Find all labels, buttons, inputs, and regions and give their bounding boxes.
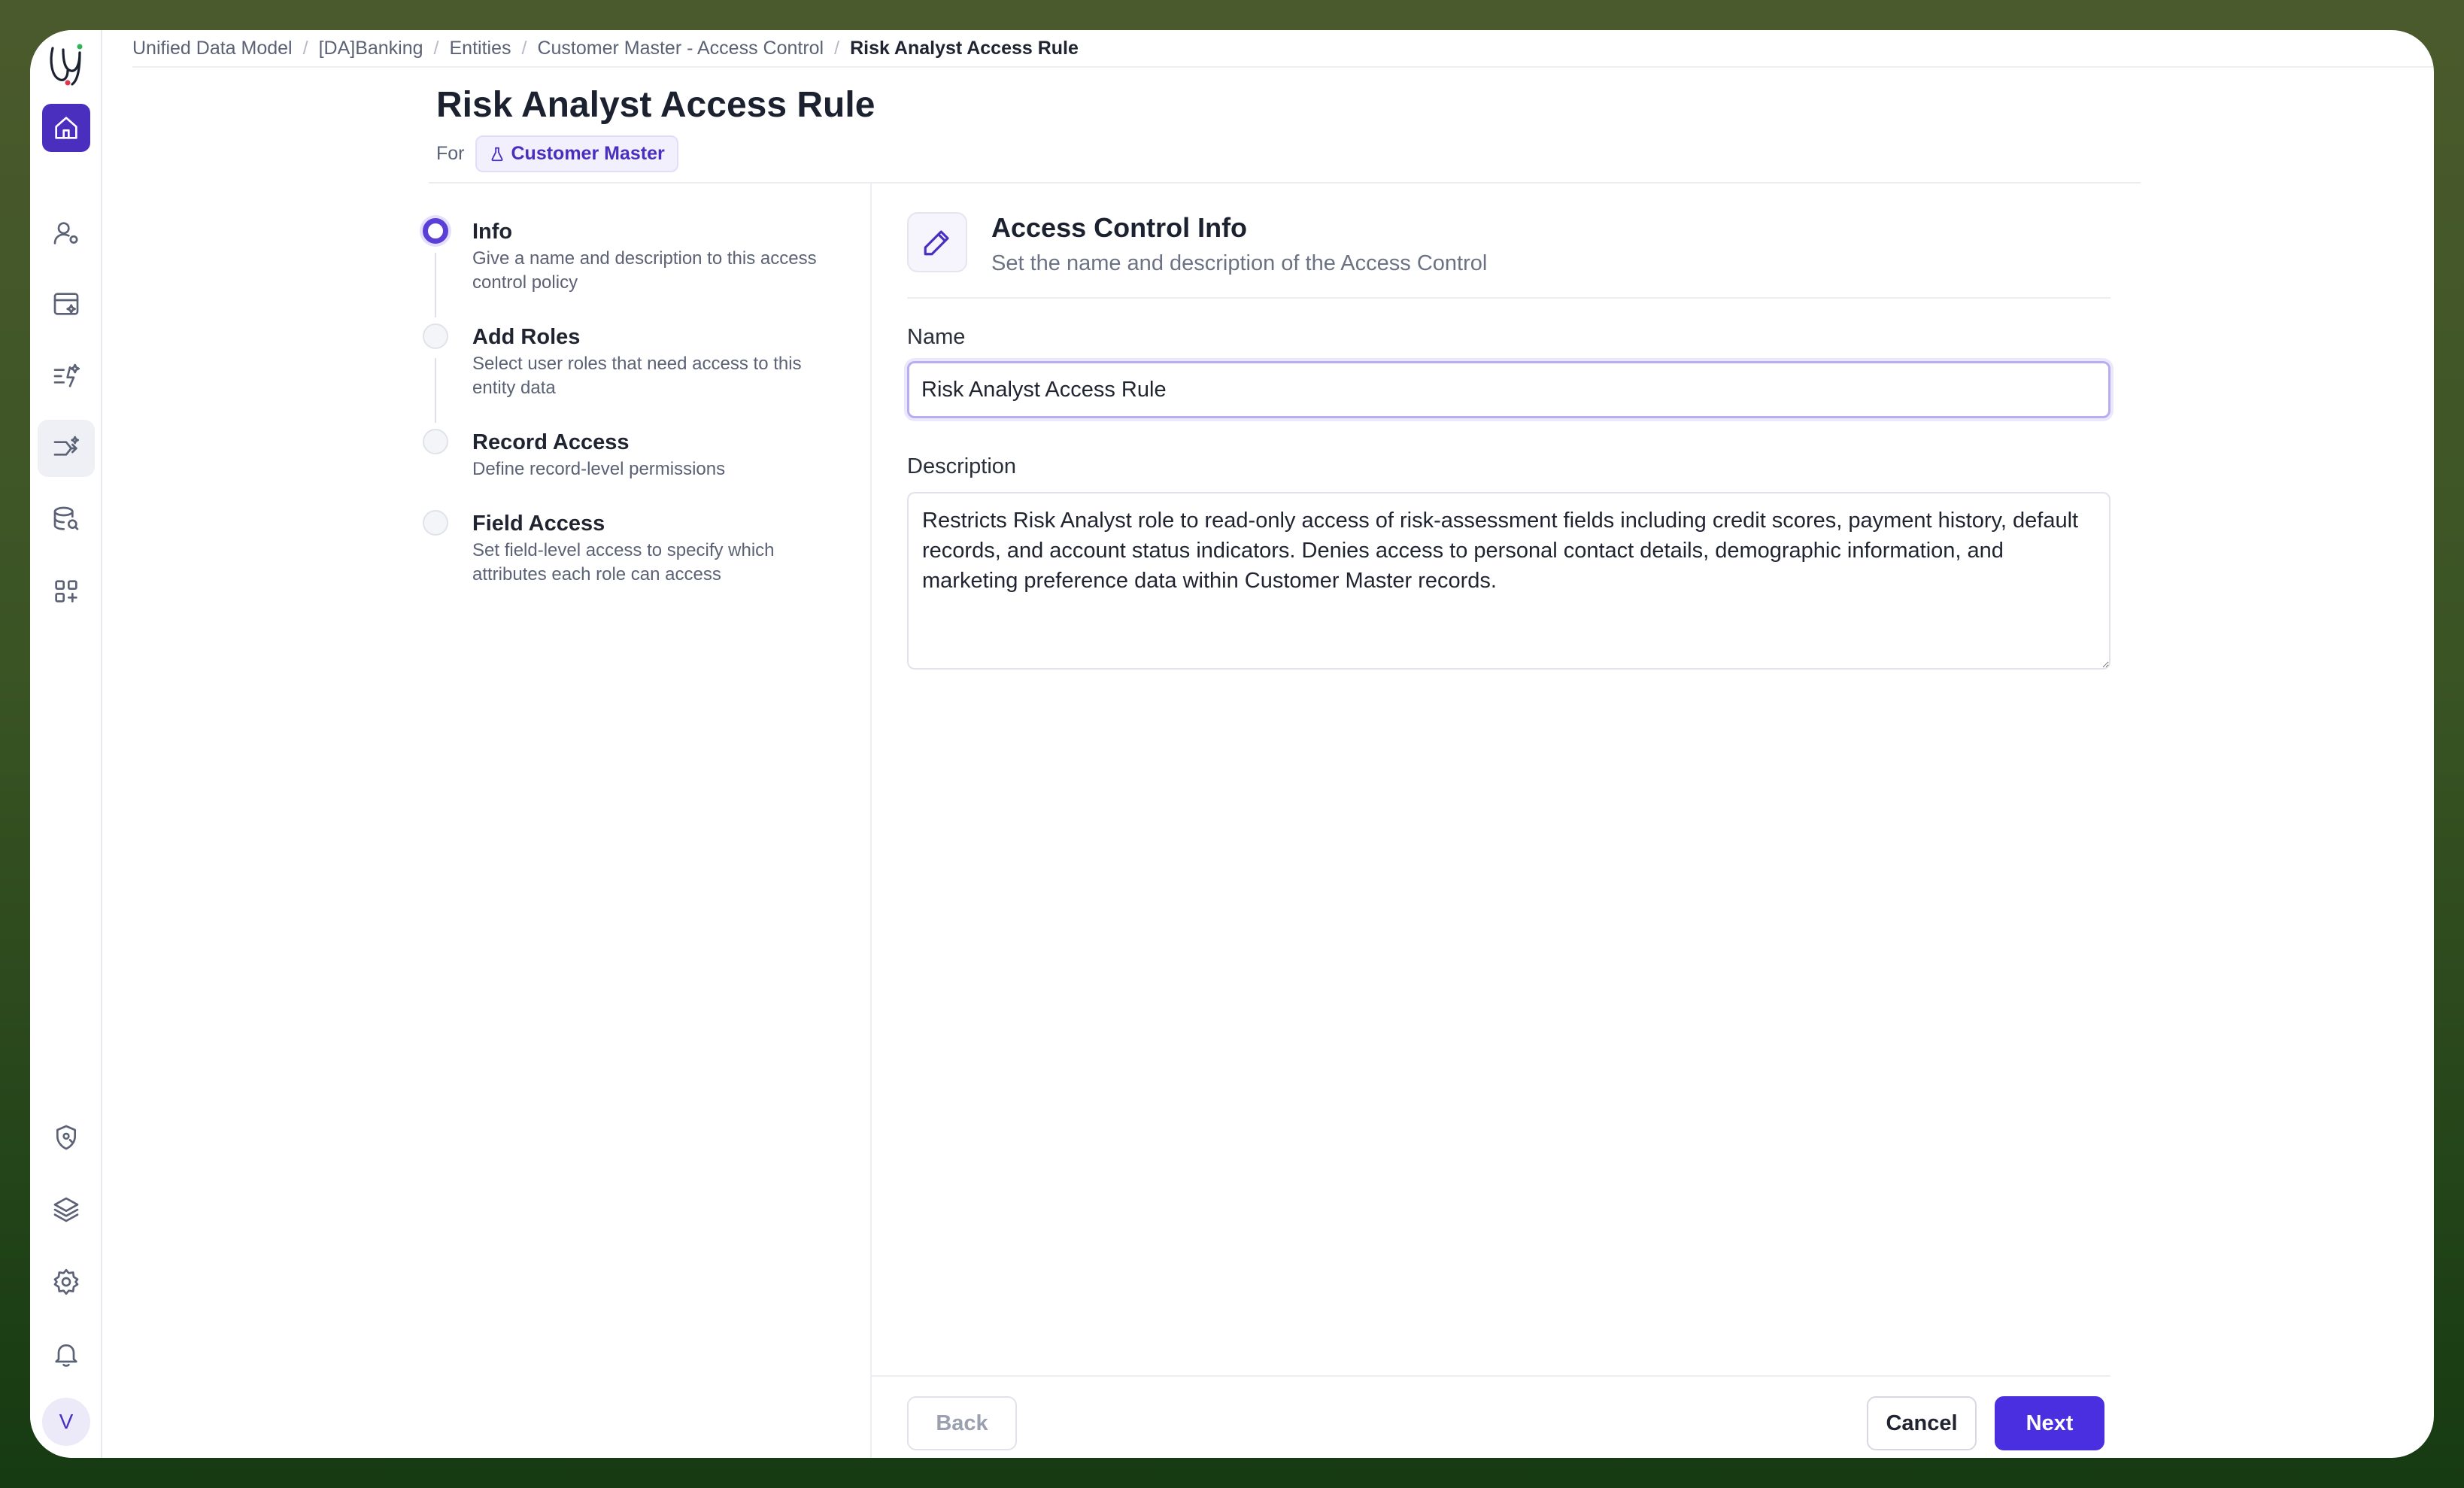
- step-description: Give a name and description to this acce…: [472, 248, 817, 293]
- step-info[interactable]: Info Give a name and description to this…: [423, 218, 874, 323]
- breadcrumb-separator: /: [834, 37, 840, 59]
- entity-chip-label: Customer Master: [511, 143, 665, 164]
- nav-database[interactable]: [38, 490, 95, 548]
- panel-icon: [907, 212, 967, 272]
- panel-title: Access Control Info: [991, 212, 1248, 243]
- step-indicator: [423, 323, 448, 349]
- step-description: Select user roles that need access to th…: [472, 354, 802, 398]
- panel-header-divider: [907, 297, 2110, 299]
- flask-icon: [490, 147, 503, 161]
- breadcrumb-separator: /: [302, 37, 308, 59]
- header-divider: [429, 182, 2141, 184]
- breadcrumb-separator: /: [433, 37, 439, 59]
- page-title: Risk Analyst Access Rule: [436, 85, 875, 125]
- name-label: Name: [907, 325, 966, 349]
- shield-icon: [56, 1125, 76, 1150]
- data-card-icon: [53, 293, 79, 315]
- step-record-access[interactable]: Record Access Define record-level permis…: [423, 429, 874, 510]
- layers-icon: [53, 1197, 79, 1222]
- pencil-icon: [924, 230, 949, 256]
- step-field-access[interactable]: Field Access Set field-level access to s…: [423, 510, 874, 600]
- user-avatar[interactable]: V: [42, 1398, 90, 1446]
- next-button[interactable]: Next: [1995, 1396, 2104, 1450]
- user-settings-icon: [53, 222, 78, 244]
- gear-icon: [53, 1268, 79, 1295]
- nav-users[interactable]: [38, 205, 95, 262]
- breadcrumb-item[interactable]: Unified Data Model: [132, 38, 293, 59]
- step-title: Add Roles: [472, 325, 581, 349]
- nav-home[interactable]: [42, 104, 90, 152]
- step-add-roles[interactable]: Add Roles Select user roles that need ac…: [423, 323, 874, 429]
- nav-apps[interactable]: [38, 563, 95, 620]
- panel-subtitle: Set the name and description of the Acce…: [991, 251, 1488, 275]
- step-indicator-active: [423, 218, 448, 244]
- sparkle-list-icon: [53, 363, 80, 387]
- app-logo[interactable]: [42, 38, 90, 90]
- step-indicator: [423, 429, 448, 454]
- workflow-icon: [53, 436, 79, 456]
- home-icon: [55, 117, 77, 139]
- bell-icon: [55, 1344, 77, 1367]
- breadcrumb-current: Risk Analyst Access Rule: [850, 37, 1079, 59]
- breadcrumb-item[interactable]: Entities: [450, 38, 511, 59]
- breadcrumb-item[interactable]: [DA]Banking: [319, 38, 423, 59]
- panel-divider: [870, 184, 872, 1458]
- back-button[interactable]: Back: [907, 1396, 1017, 1450]
- step-description: Set field-level access to specify which …: [472, 540, 775, 585]
- cancel-button[interactable]: Cancel: [1867, 1396, 1977, 1450]
- description-textarea[interactable]: Restricts Risk Analyst role to read-only…: [907, 492, 2110, 670]
- step-title: Field Access: [472, 512, 605, 536]
- breadcrumb-item[interactable]: Customer Master - Access Control: [537, 38, 824, 59]
- step-connector: [435, 358, 436, 423]
- nav-layers[interactable]: [38, 1181, 95, 1238]
- nav-security[interactable]: [38, 1109, 95, 1166]
- step-indicator: [423, 510, 448, 536]
- step-connector: [435, 253, 436, 317]
- nav-workflows[interactable]: [38, 420, 95, 477]
- sidebar-rail: V: [30, 30, 102, 1458]
- database-search-icon: [53, 506, 79, 530]
- wizard-stepper: Info Give a name and description to this…: [423, 218, 874, 600]
- description-label: Description: [907, 454, 1017, 478]
- nav-data-cards[interactable]: [38, 275, 95, 333]
- breadcrumb-separator: /: [521, 37, 527, 59]
- nav-notifications[interactable]: [38, 1326, 95, 1383]
- footer-divider: [871, 1375, 2110, 1377]
- step-description: Define record-level permissions: [472, 459, 726, 479]
- for-label: For: [436, 143, 465, 164]
- apps-grid-icon: [55, 580, 77, 603]
- step-title: Info: [472, 220, 513, 244]
- nav-settings[interactable]: [38, 1253, 95, 1310]
- step-title: Record Access: [472, 430, 630, 454]
- name-input[interactable]: [907, 361, 2110, 418]
- entity-chip[interactable]: Customer Master: [475, 135, 678, 172]
- app-window: V Unified Data Model / [DA]Banking / Ent…: [30, 30, 2434, 1458]
- entity-context: For Customer Master: [436, 135, 678, 172]
- nav-rules[interactable]: [38, 348, 95, 405]
- breadcrumb: Unified Data Model / [DA]Banking / Entit…: [132, 30, 2434, 68]
